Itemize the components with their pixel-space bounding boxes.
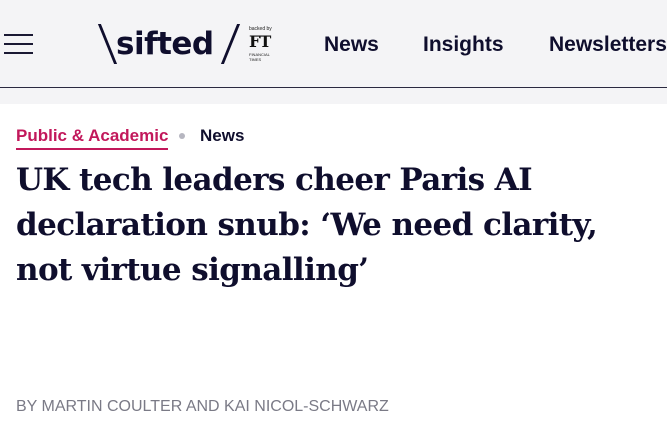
logo-forward-slash (220, 24, 241, 64)
ft-name: FINANCIAL TIMES (249, 52, 270, 62)
article-byline: BY MARTIN COULTER AND KAI NICOL-SCHWARZ (16, 398, 389, 415)
article-headline: UK tech leaders cheer Paris AI declarati… (16, 162, 598, 288)
ft-mark: FT (249, 32, 271, 51)
site-header: sifted backed by FT FINANCIAL TIMES News… (0, 0, 667, 88)
category-link[interactable]: Public & Academic (16, 126, 169, 150)
hamburger-line (4, 43, 33, 45)
section-link[interactable]: News (200, 126, 244, 146)
hamburger-menu-icon[interactable] (4, 32, 33, 56)
header-spacer (0, 88, 667, 104)
sifted-logo[interactable]: sifted backed by FT FINANCIAL TIMES (96, 24, 281, 68)
ft-logo: backed by FT FINANCIAL TIMES (247, 26, 277, 64)
nav-news[interactable]: News (324, 32, 379, 58)
logo-backslash (97, 24, 118, 64)
nav-insights[interactable]: Insights (423, 32, 504, 58)
breadcrumb-separator-dot (179, 133, 185, 139)
hamburger-line (4, 52, 33, 54)
logo-wordmark: sifted (116, 26, 214, 62)
nav-newsletters[interactable]: Newsletters (549, 32, 667, 58)
hamburger-line (4, 34, 33, 36)
